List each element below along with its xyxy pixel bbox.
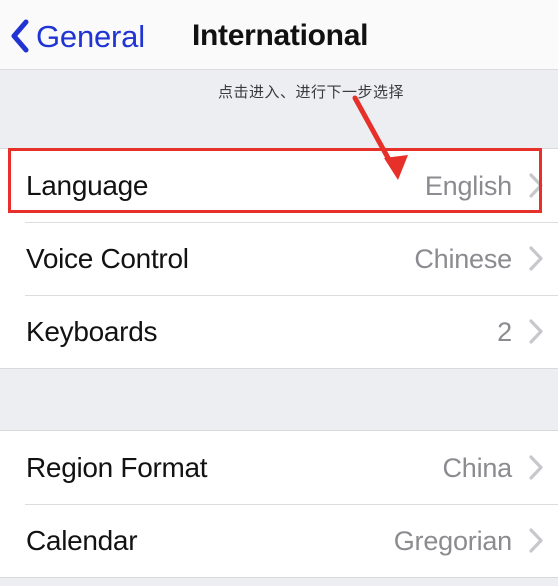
- annotation-text: 点击进入、进行下一步选择: [218, 83, 405, 101]
- chevron-right-icon: [529, 246, 543, 271]
- row-value: China: [442, 452, 512, 483]
- row-accessory: 2: [497, 315, 544, 349]
- row-label: Calendar: [26, 524, 138, 556]
- annotation-band: 点击进入、进行下一步选择: [0, 70, 558, 148]
- row-value: English: [424, 170, 512, 201]
- row-label: Keyboards: [26, 315, 158, 347]
- row-accessory: English: [425, 169, 544, 203]
- settings-group-language: Language English Voice Control Chinese K…: [0, 148, 558, 369]
- chevron-right-icon: [529, 528, 543, 553]
- row-label: Voice Control: [26, 242, 189, 274]
- back-button-label: General: [36, 18, 145, 54]
- settings-row-region-format[interactable]: Region Format China: [0, 431, 558, 504]
- row-accessory: Chinese: [414, 242, 544, 276]
- row-accessory: Gregorian: [394, 524, 544, 558]
- navigation-bar: General International: [0, 0, 558, 70]
- settings-row-calendar[interactable]: Calendar Gregorian: [0, 504, 558, 577]
- row-label: Language: [26, 169, 149, 201]
- chevron-right-icon: [529, 173, 543, 198]
- chevron-right-icon: [529, 319, 543, 344]
- settings-row-language[interactable]: Language English: [0, 149, 558, 222]
- row-value: Gregorian: [393, 525, 512, 556]
- chevron-left-icon: [11, 19, 29, 53]
- chevron-right-icon: [529, 455, 543, 480]
- row-accessory: China: [442, 451, 544, 485]
- back-button-general[interactable]: General: [10, 16, 145, 56]
- settings-group-region: Region Format China Calendar Gregorian: [0, 430, 558, 578]
- row-value: 2: [497, 316, 512, 347]
- settings-row-voice-control[interactable]: Voice Control Chinese: [0, 222, 558, 295]
- row-label: Region Format: [26, 451, 208, 483]
- page-title: International: [192, 19, 369, 52]
- settings-row-keyboards[interactable]: Keyboards 2: [0, 295, 558, 368]
- row-value: Chinese: [414, 243, 512, 274]
- bottom-strip: [0, 578, 558, 586]
